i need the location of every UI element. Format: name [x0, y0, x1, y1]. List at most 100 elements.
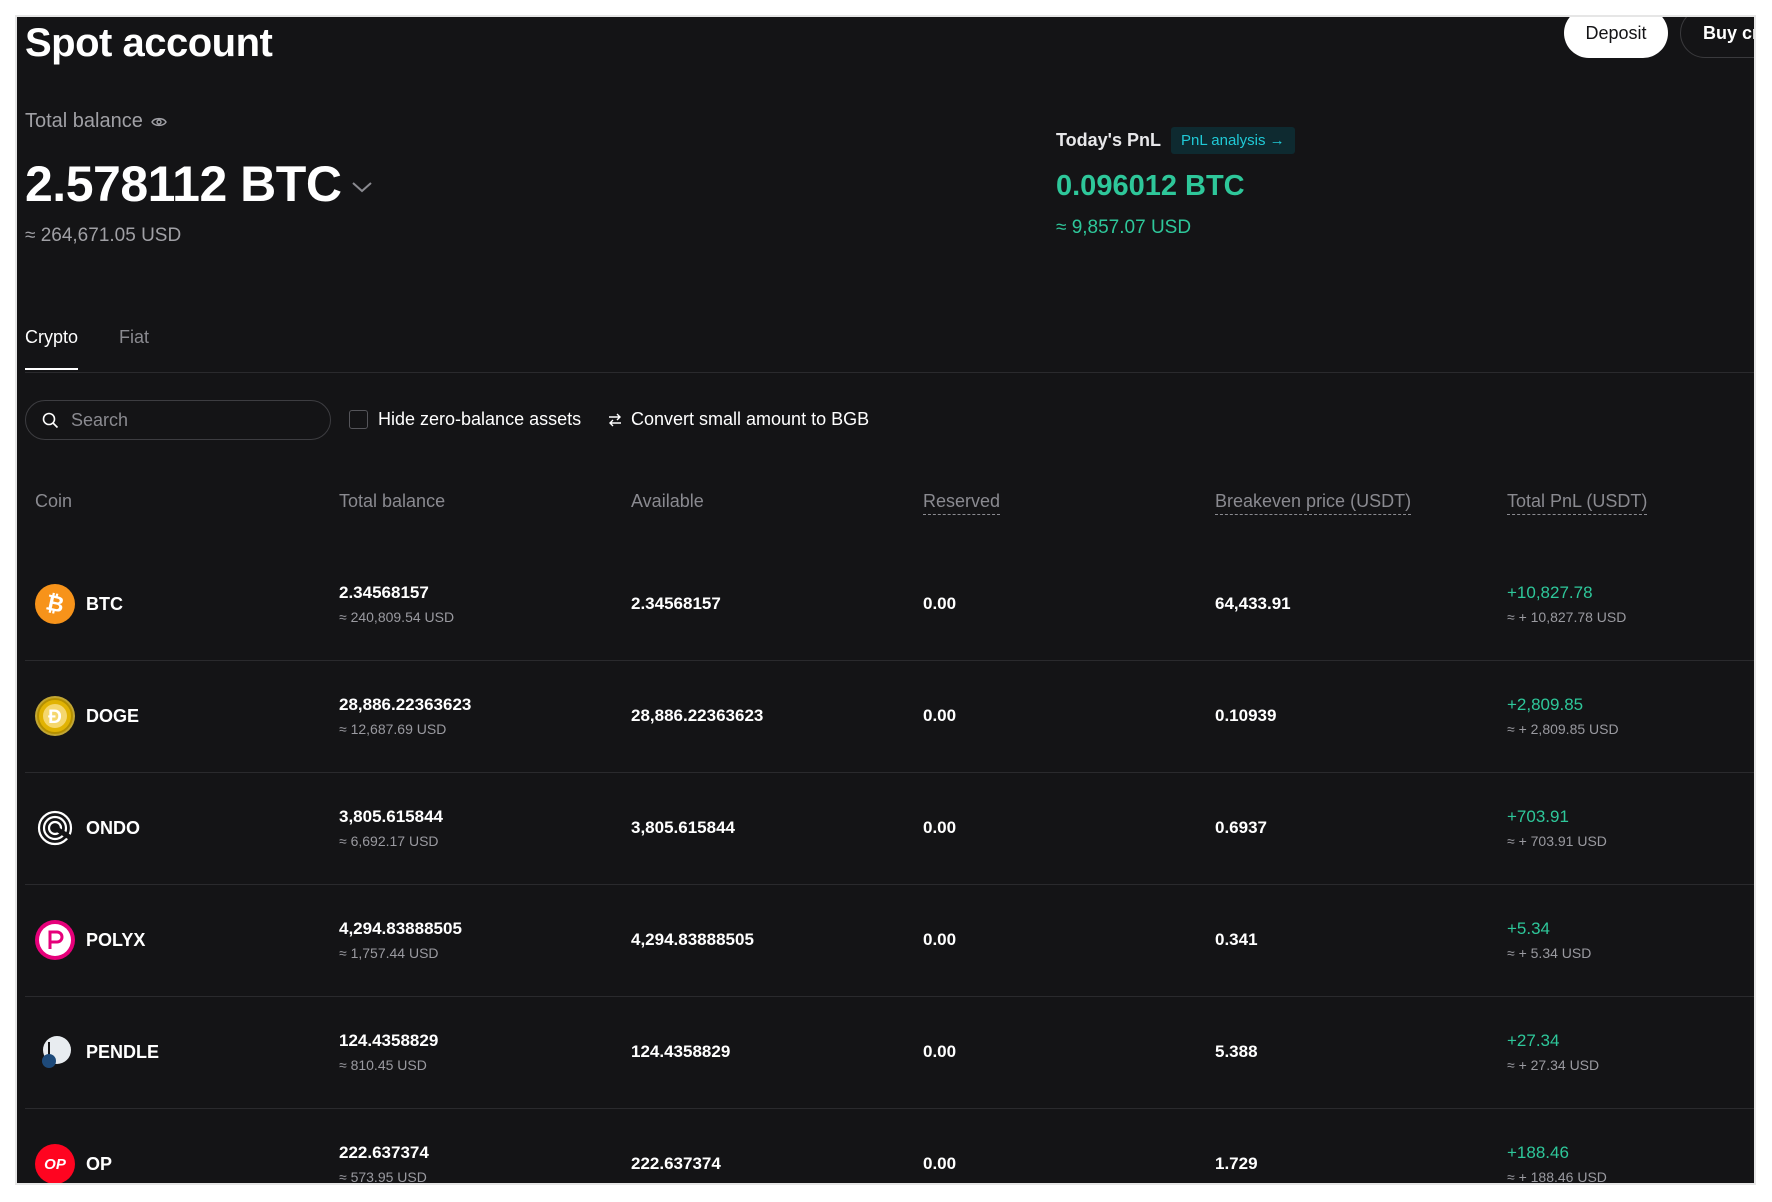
table-row[interactable]: ₿ BTC 2.34568157 ≈ 240,809.54 USD 2.3456…: [25, 549, 1754, 661]
total-pnl-cell: +27.34 ≈ + 27.34 USD: [1507, 1031, 1599, 1073]
total-balance-amount: 222.637374: [339, 1143, 429, 1162]
column-header-reserved[interactable]: Reserved: [923, 491, 1001, 515]
total-pnl-cell: +5.34 ≈ + 5.34 USD: [1507, 919, 1591, 961]
breakeven-cell: 0.10939: [1215, 706, 1277, 725]
hide-zero-checkbox[interactable]: [349, 410, 368, 429]
eye-icon[interactable]: [151, 116, 167, 128]
search-box[interactable]: [25, 400, 331, 440]
op-logo-text: OP: [44, 1155, 66, 1173]
total-balance-cell: 3,805.615844 ≈ 6,692.17 USD: [339, 807, 443, 849]
total-pnl-amount: +27.34: [1507, 1031, 1560, 1050]
pendle-logo-icon: [35, 1032, 75, 1072]
total-balance-usd-value: ≈ 240,809.54 USD: [339, 609, 455, 625]
swap-arrows-icon: [607, 413, 623, 427]
breakeven-cell: 0.341: [1215, 930, 1258, 949]
reserved-cell: 0.00: [923, 1042, 957, 1061]
total-pnl-usd-value: ≈ + 2,809.85 USD: [1507, 721, 1619, 737]
breakeven-cell: 64,433.91: [1215, 594, 1291, 613]
available-cell: 4,294.83888505: [631, 930, 754, 949]
column-header-coin: Coin: [35, 491, 73, 511]
polyx-logo-icon: [35, 920, 75, 960]
table-row[interactable]: POLYX 4,294.83888505 ≈ 1,757.44 USD 4,29…: [25, 885, 1754, 997]
svg-text:₿: ₿: [44, 591, 66, 617]
coin-cell: POLYX: [35, 920, 145, 960]
hide-zero-label: Hide zero-balance assets: [378, 409, 582, 429]
total-pnl-cell: +188.46 ≈ + 188.46 USD: [1507, 1143, 1607, 1185]
todays-pnl-usd: ≈ 9,857.07 USD: [1056, 217, 1192, 238]
total-pnl-usd-value: ≈ + 188.46 USD: [1507, 1169, 1607, 1185]
total-balance-label: Total balance: [25, 110, 167, 133]
total-pnl-amount: +703.91: [1507, 807, 1569, 826]
op-logo-icon: OP: [35, 1144, 75, 1183]
total-balance-amount: 2.34568157: [339, 583, 429, 602]
total-pnl-cell: +10,827.78 ≈ + 10,827.78 USD: [1507, 583, 1626, 625]
coin-name: PENDLE: [86, 1041, 160, 1062]
buy-crypto-button[interactable]: Buy crypto: [1680, 17, 1754, 58]
coin-name: DOGE: [86, 705, 140, 726]
total-pnl-amount: +10,827.78: [1507, 583, 1593, 602]
todays-pnl-header: Today's PnL PnL analysis →: [1056, 127, 1295, 154]
total-pnl-amount: +188.46: [1507, 1143, 1569, 1162]
available-cell: 28,886.22363623: [631, 706, 764, 725]
todays-pnl-value: 0.096012 BTC: [1056, 170, 1245, 202]
search-icon: [42, 412, 59, 429]
total-pnl-usd-value: ≈ + 5.34 USD: [1507, 945, 1592, 961]
table-header: Coin Total balance Available Reserved Br…: [25, 491, 1754, 523]
tabs-divider: [25, 372, 1754, 373]
total-balance-amount: 4,294.83888505: [339, 919, 462, 938]
convert-small-amount-button[interactable]: Convert small amount to BGB: [607, 409, 869, 430]
coin-name: POLYX: [86, 929, 146, 950]
spot-account-window: Spot account Deposit Buy crypto Total ba…: [15, 15, 1756, 1185]
column-header-total-balance: Total balance: [339, 491, 446, 511]
table-row[interactable]: PENDLE 124.4358829 ≈ 810.45 USD 124.4358…: [25, 997, 1754, 1109]
breakeven-cell: 1.729: [1215, 1154, 1258, 1173]
total-balance-cell: 222.637374 ≈ 573.95 USD: [339, 1143, 429, 1183]
reserved-cell: 0.00: [923, 818, 957, 837]
available-cell: 124.4358829: [631, 1042, 731, 1061]
column-header-breakeven-price[interactable]: Breakeven price (USDT): [1215, 491, 1412, 515]
tab-fiat[interactable]: Fiat: [119, 327, 149, 370]
total-balance: 2.578112 BTC: [25, 155, 373, 213]
coin-cell: PENDLE: [35, 1032, 159, 1072]
todays-pnl-label: Today's PnL: [1056, 130, 1161, 150]
total-balance-amount: 3,805.615844: [339, 807, 443, 826]
total-balance-cell: 28,886.22363623 ≈ 12,687.69 USD: [339, 695, 471, 737]
pnl-analysis-link[interactable]: PnL analysis →: [1170, 127, 1295, 154]
btc-logo-icon: ₿: [35, 584, 75, 624]
coin-cell: ₿ BTC: [35, 584, 123, 624]
available-cell: 3,805.615844: [631, 818, 735, 837]
coin-name: ONDO: [86, 817, 140, 838]
table-row[interactable]: Ð DOGE 28,886.22363623 ≈ 12,687.69 USD 2…: [25, 661, 1754, 773]
total-pnl-cell: +703.91 ≈ + 703.91 USD: [1507, 807, 1607, 849]
total-balance-value: 2.578112 BTC: [25, 156, 342, 212]
total-pnl-usd-value: ≈ + 10,827.78 USD: [1507, 609, 1627, 625]
column-header-available: Available: [631, 491, 704, 511]
pnl-analysis-label: PnL analysis: [1180, 132, 1266, 149]
table-row[interactable]: ONDO 3,805.615844 ≈ 6,692.17 USD 3,805.6…: [25, 773, 1754, 885]
tab-crypto[interactable]: Crypto: [25, 327, 79, 370]
chevron-down-icon[interactable]: [351, 180, 373, 194]
total-balance-amount: 124.4358829: [339, 1031, 439, 1050]
total-balance-usd-value: ≈ 6,692.17 USD: [339, 833, 439, 849]
reserved-cell: 0.00: [923, 594, 957, 613]
table-row[interactable]: OP OP 222.637374 ≈ 573.95 USD 222.637374…: [25, 1109, 1754, 1185]
total-balance-usd: ≈ 264,671.05 USD: [25, 225, 182, 246]
search-input[interactable]: [69, 408, 303, 432]
column-header-total-pnl[interactable]: Total PnL (USDT): [1507, 491, 1648, 515]
total-pnl-amount: +2,809.85: [1507, 695, 1584, 714]
breakeven-cell: 0.6937: [1215, 818, 1267, 837]
hide-zero-balance-toggle[interactable]: Hide zero-balance assets: [349, 409, 581, 430]
total-balance-cell: 124.4358829 ≈ 810.45 USD: [339, 1031, 438, 1073]
total-balance-usd-value: ≈ 12,687.69 USD: [339, 721, 447, 737]
available-cell: 2.34568157: [631, 594, 721, 613]
deposit-button[interactable]: Deposit: [1564, 17, 1668, 58]
coin-cell: Ð DOGE: [35, 696, 139, 736]
top-actions: Deposit Buy crypto: [1564, 17, 1754, 58]
coin-name: OP: [86, 1153, 113, 1174]
svg-text:Ð: Ð: [48, 707, 62, 728]
total-balance-cell: 4,294.83888505 ≈ 1,757.44 USD: [339, 919, 462, 961]
coin-name: BTC: [86, 593, 123, 614]
reserved-cell: 0.00: [923, 706, 957, 725]
total-pnl-cell: +2,809.85 ≈ + 2,809.85 USD: [1507, 695, 1619, 737]
asset-tabs: Crypto Fiat: [25, 327, 149, 370]
